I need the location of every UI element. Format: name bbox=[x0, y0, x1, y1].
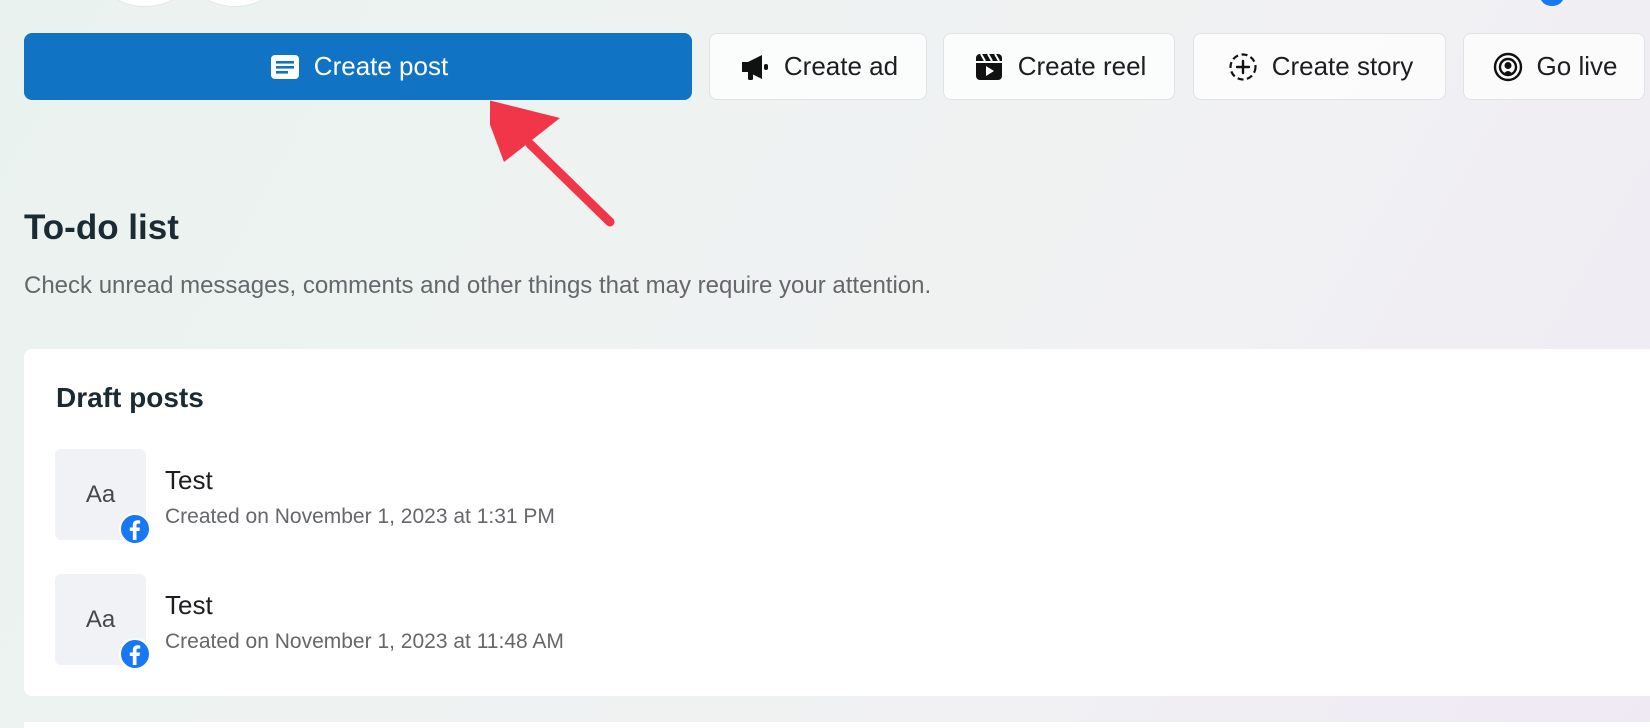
list-item[interactable]: Aa Test Created on November 1, 2023 at 1… bbox=[55, 449, 1615, 549]
facebook-icon bbox=[1540, 0, 1564, 6]
avatar bbox=[190, 0, 280, 6]
todo-title: To-do list bbox=[24, 208, 179, 247]
story-add-icon bbox=[1226, 50, 1260, 84]
draft-created-date: Created on November 1, 2023 at 1:31 PM bbox=[165, 505, 555, 528]
create-ad-label: Create ad bbox=[783, 51, 899, 81]
megaphone-icon bbox=[738, 50, 772, 84]
next-card-edge bbox=[24, 722, 1650, 728]
create-post-button[interactable]: Create post bbox=[24, 33, 692, 100]
create-reel-button[interactable]: Create reel bbox=[943, 33, 1175, 100]
post-icon bbox=[268, 50, 302, 84]
clapperboard-icon bbox=[972, 50, 1006, 84]
draft-title: Test bbox=[165, 590, 213, 620]
todo-subtitle: Check unread messages, comments and othe… bbox=[24, 272, 932, 299]
go-live-label: Go live bbox=[1536, 51, 1618, 81]
draft-posts-title: Draft posts bbox=[56, 382, 204, 413]
create-story-label: Create story bbox=[1271, 51, 1414, 81]
avatar bbox=[100, 0, 190, 6]
annotation-arrow bbox=[490, 100, 615, 227]
create-reel-label: Create reel bbox=[1017, 51, 1147, 81]
go-live-button[interactable]: Go live bbox=[1463, 33, 1645, 100]
action-bar: Create post Create ad Create reel Create… bbox=[24, 33, 1650, 102]
create-story-button[interactable]: Create story bbox=[1193, 33, 1446, 100]
live-icon bbox=[1491, 50, 1525, 84]
create-ad-button[interactable]: Create ad bbox=[709, 33, 927, 100]
facebook-icon bbox=[119, 513, 151, 545]
thumbnail-text: Aa bbox=[85, 480, 116, 508]
draft-posts-card: Draft posts Aa Test Created on November … bbox=[24, 349, 1650, 696]
draft-title: Test bbox=[165, 465, 213, 495]
list-item[interactable]: Aa Test Created on November 1, 2023 at 1… bbox=[55, 574, 1615, 674]
facebook-icon bbox=[119, 638, 151, 670]
draft-created-date: Created on November 1, 2023 at 11:48 AM bbox=[165, 630, 564, 653]
thumbnail-text: Aa bbox=[85, 605, 116, 633]
create-post-label: Create post bbox=[313, 51, 449, 81]
